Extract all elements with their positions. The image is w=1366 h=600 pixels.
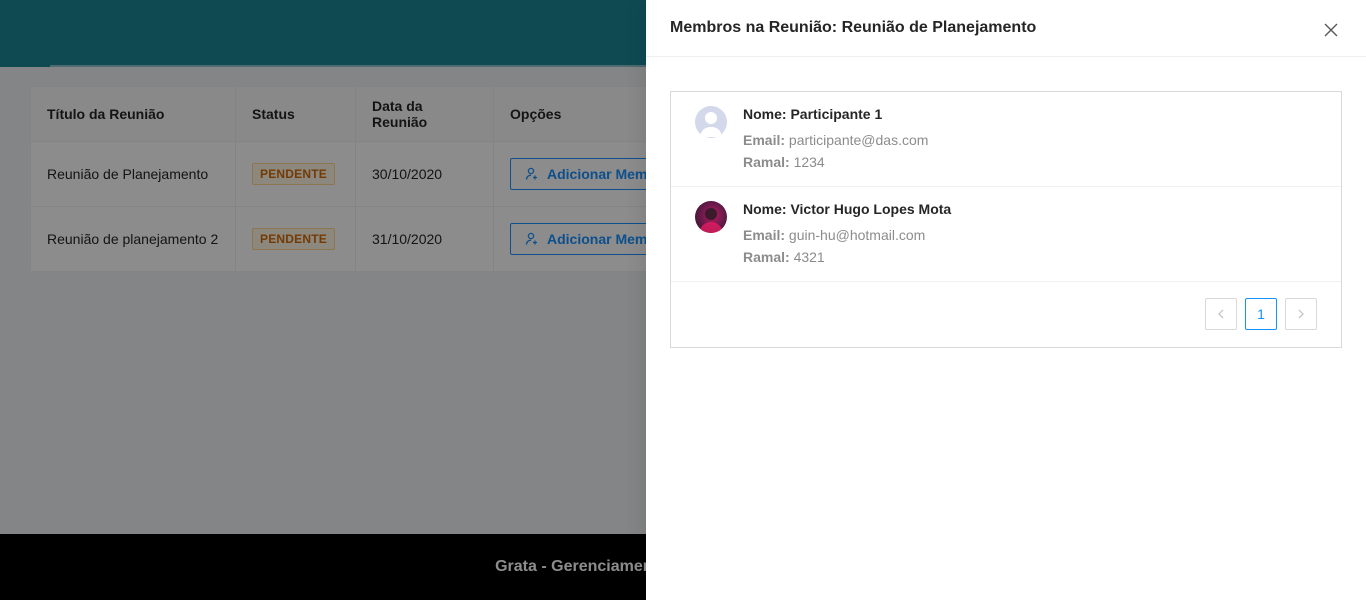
chevron-left-icon [1218, 309, 1224, 319]
member-email: participante@das.com [788, 132, 929, 148]
members-list: Nome: Participante 1 Email: participante… [670, 91, 1342, 348]
drawer-title: Membros na Reunião: Reunião de Planejame… [670, 19, 1037, 36]
member-ramal: 4321 [793, 249, 825, 265]
member-ramal: 1234 [793, 154, 825, 170]
prev-page-button[interactable] [1205, 298, 1237, 330]
email-label: Email: [743, 132, 786, 148]
ramal-label: Ramal: [743, 154, 790, 170]
drawer-body: Nome: Participante 1 Email: participante… [646, 57, 1366, 372]
avatar [695, 201, 727, 233]
next-page-button[interactable] [1285, 298, 1317, 330]
ramal-label: Ramal: [743, 249, 790, 265]
pagination: 1 [671, 282, 1341, 347]
member-name: Nome: Victor Hugo Lopes Mota [743, 201, 952, 217]
list-item: Nome: Victor Hugo Lopes Mota Email: guin… [671, 187, 1341, 282]
page-number-button[interactable]: 1 [1245, 298, 1277, 330]
email-label: Email: [743, 227, 786, 243]
close-icon [1324, 23, 1338, 36]
drawer-header: Membros na Reunião: Reunião de Planejame… [646, 0, 1366, 57]
user-placeholder-icon [695, 106, 727, 138]
list-item: Nome: Participante 1 Email: participante… [671, 92, 1341, 187]
close-button[interactable] [1320, 19, 1342, 41]
chevron-right-icon [1298, 309, 1304, 319]
members-drawer: Membros na Reunião: Reunião de Planejame… [646, 0, 1366, 600]
member-name: Nome: Participante 1 [743, 106, 883, 122]
member-email: guin-hu@hotmail.com [788, 227, 926, 243]
